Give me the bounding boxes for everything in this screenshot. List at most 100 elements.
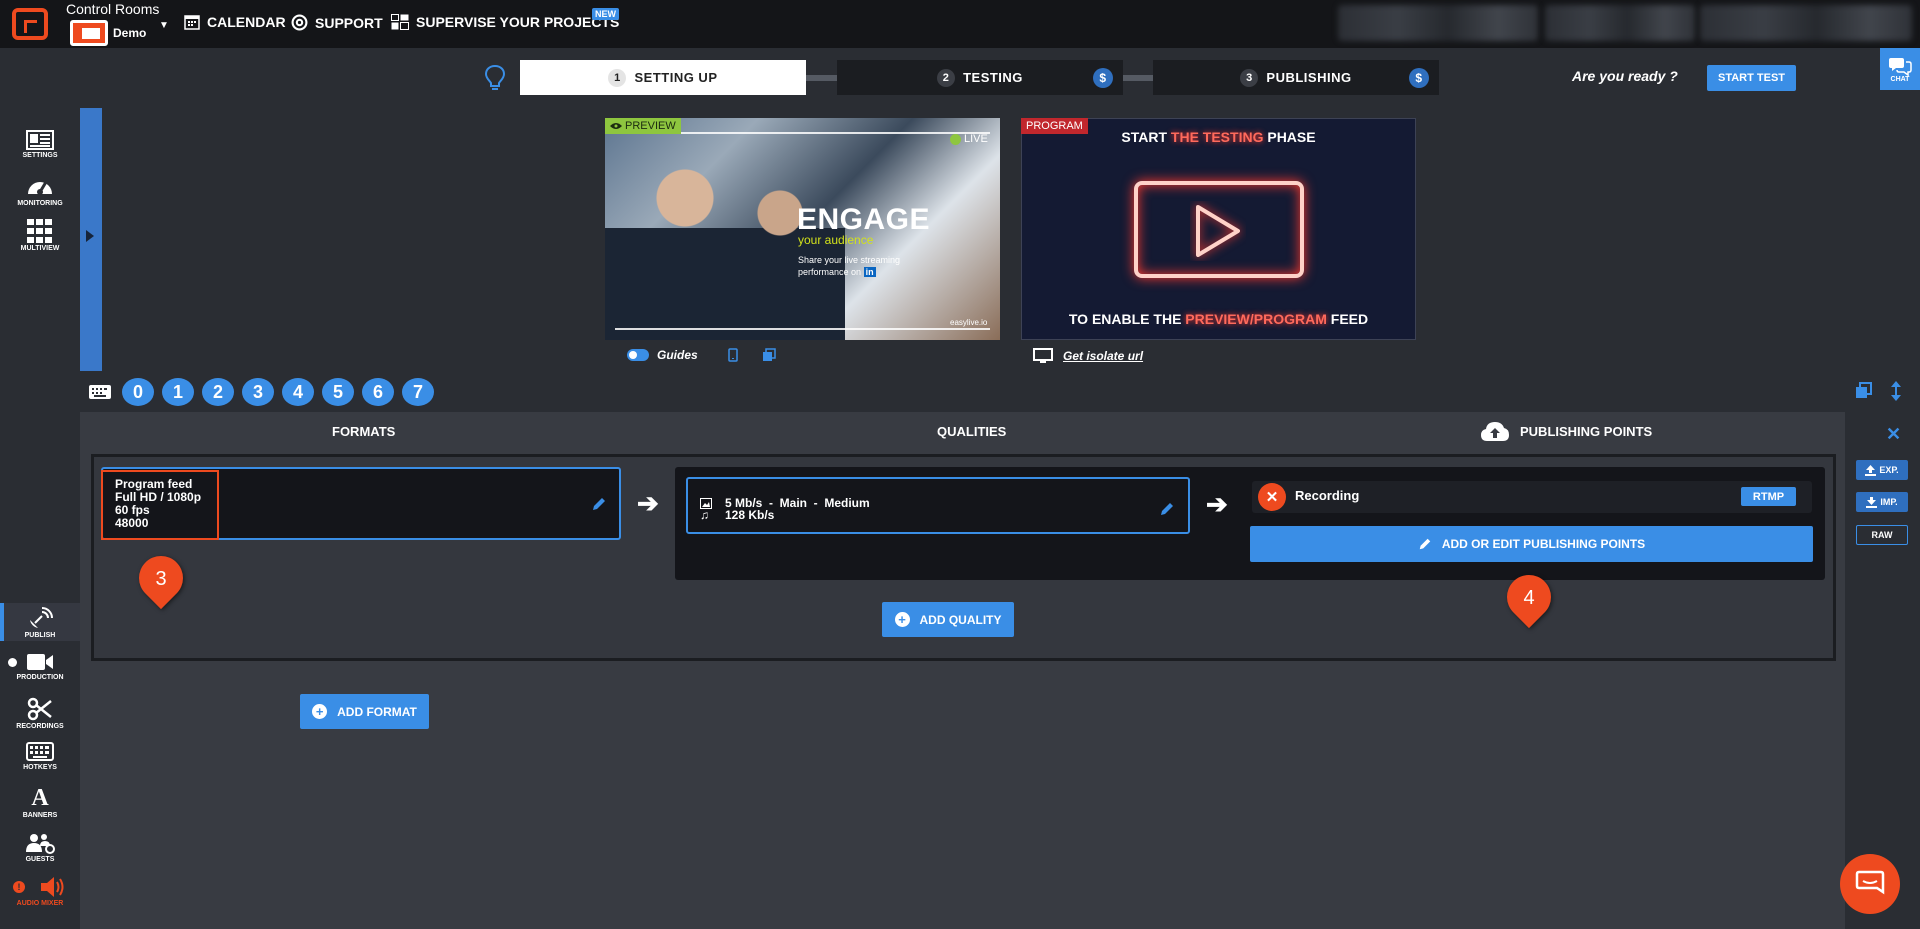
hotkey-button[interactable]: 4: [282, 378, 314, 406]
keyboard-icon[interactable]: [88, 384, 112, 400]
sidebar-label: HOTKEYS: [23, 764, 57, 771]
hotkey-button[interactable]: 0: [122, 378, 154, 406]
sidebar-item-monitoring[interactable]: MONITORING: [0, 174, 80, 207]
support-chat-bubble[interactable]: [1840, 854, 1900, 914]
hotkey-button[interactable]: 2: [202, 378, 234, 406]
guides-label: Guides: [657, 348, 698, 362]
sidebar-item-banners[interactable]: A BANNERS: [0, 786, 80, 819]
isolate-url-link[interactable]: Get isolate url: [1033, 348, 1143, 364]
sidebar-label: PUBLISH: [24, 631, 56, 639]
live-indicator: LIVE: [950, 133, 988, 145]
qualities-heading: QUALITIES: [937, 424, 1007, 439]
sidebar-item-recordings[interactable]: RECORDINGS: [0, 697, 80, 730]
raw-button[interactable]: RAW: [1856, 525, 1908, 545]
add-edit-publishing-points-button[interactable]: ADD OR EDIT PUBLISHING POINTS: [1250, 526, 1813, 562]
download-icon: [1866, 496, 1878, 508]
brand-logo[interactable]: [12, 8, 48, 40]
hotkey-button[interactable]: 3: [242, 378, 274, 406]
sidebar-item-publish[interactable]: PUBLISH: [0, 603, 80, 641]
hotkey-button[interactable]: 6: [362, 378, 394, 406]
guides-controls: Guides: [627, 348, 776, 362]
sidebar-label: BANNERS: [22, 812, 58, 819]
add-quality-button[interactable]: + ADD QUALITY: [882, 602, 1014, 637]
alert-icon: !: [13, 881, 25, 893]
sidebar-item-production[interactable]: PRODUCTION: [0, 652, 80, 681]
calendar-icon: [184, 15, 200, 30]
mobile-icon[interactable]: [727, 348, 738, 362]
project-thumbnail[interactable]: [70, 20, 108, 46]
sidebar-item-guests[interactable]: GUESTS: [0, 832, 80, 863]
step-label: SETTING UP: [634, 70, 718, 85]
sidebar-label: RECORDINGS: [16, 723, 64, 730]
edit-pencil-icon[interactable]: [1159, 501, 1175, 517]
sidebar-active-indicator: [0, 603, 4, 641]
publishing-points-label: PUBLISHING POINTS: [1520, 423, 1653, 439]
vertical-resize-icon[interactable]: [1890, 380, 1902, 402]
preview-headline: ENGAGE: [797, 203, 931, 236]
preview-tag: PREVIEW: [605, 118, 681, 134]
multiview-icon: [27, 219, 52, 243]
step-number: 2: [937, 68, 956, 87]
step-setting-up[interactable]: 1 SETTING UP: [520, 60, 806, 95]
import-label: IMP.: [1880, 497, 1898, 507]
start-test-button[interactable]: START TEST: [1707, 65, 1796, 91]
plus-circle-icon: +: [894, 612, 910, 627]
hotkey-button[interactable]: 5: [322, 378, 354, 406]
preview-subhead: your audience: [798, 233, 874, 247]
step-testing[interactable]: 2 TESTING $: [837, 60, 1123, 95]
chevron-down-icon[interactable]: ▼: [159, 20, 169, 31]
program-caption-part: TO ENABLE THE: [1068, 311, 1186, 327]
step-label: TESTING: [963, 70, 1023, 85]
recording-status-icon: ✕: [1258, 483, 1286, 511]
chat-button[interactable]: CHAT: [1880, 48, 1920, 90]
speaker-icon: [41, 877, 64, 897]
close-icon[interactable]: ✕: [1886, 424, 1901, 445]
blurred-user-info: [1700, 5, 1912, 41]
guides-toggle[interactable]: [627, 349, 649, 361]
sidebar-item-audio-mixer[interactable]: ! AUDIO MIXER: [0, 876, 80, 907]
hotkeys-row: 0 1 2 3 4 5 6 7: [88, 378, 434, 406]
import-button[interactable]: IMP.: [1856, 492, 1908, 512]
arrow-right-icon: ➔: [637, 488, 659, 518]
live-label: LIVE: [964, 133, 988, 145]
preview-brand: easylive.io: [950, 318, 988, 327]
program-caption: TO ENABLE THE PREVIEW/PROGRAM FEED: [1021, 311, 1416, 327]
publishing-point-name: Recording: [1295, 488, 1360, 503]
preview-tag-label: PREVIEW: [625, 120, 676, 132]
nav-supervise-projects[interactable]: SUPERVISE YOUR PROJECTS: [391, 14, 619, 30]
sidebar-item-hotkeys[interactable]: HOTKEYS: [0, 742, 80, 771]
hotkey-button[interactable]: 7: [402, 378, 434, 406]
chat-icon: [1889, 57, 1912, 76]
chat-label: CHAT: [1890, 75, 1910, 83]
edit-pencil-icon: [1419, 538, 1431, 550]
edit-pencil-icon[interactable]: [591, 496, 607, 512]
nav-support[interactable]: SUPPORT: [291, 14, 383, 31]
preview-body: Share your live streaming performance on…: [798, 254, 928, 278]
add-quality-label: ADD QUALITY: [919, 612, 1002, 627]
hotkey-button[interactable]: 1: [162, 378, 194, 406]
program-caption-highlight: PREVIEW/PROGRAM: [1185, 311, 1327, 327]
lifebuoy-icon: [291, 14, 308, 31]
add-format-button[interactable]: + ADD FORMAT: [300, 694, 429, 729]
music-note-icon: ♫: [700, 508, 709, 522]
dollar-icon: $: [1409, 68, 1429, 88]
letter-a-icon: A: [31, 785, 49, 811]
linkedin-icon: in: [863, 267, 876, 277]
step-connector: [806, 75, 837, 81]
monitor-icon: [1033, 348, 1053, 363]
export-button[interactable]: EXP.: [1856, 460, 1908, 480]
step-publishing[interactable]: 3 PUBLISHING $: [1153, 60, 1439, 95]
program-headline-highlight: THE TESTING: [1170, 129, 1264, 145]
app-title: Control Rooms: [66, 1, 160, 17]
sidebar-item-multiview[interactable]: MULTIVIEW: [0, 219, 80, 252]
new-badge: NEW: [592, 8, 619, 20]
clone-icon[interactable]: [762, 348, 776, 362]
clone-icon[interactable]: [1855, 382, 1873, 400]
program-headline-part: START: [1121, 129, 1171, 145]
sidebar-item-settings[interactable]: SETTINGS: [0, 130, 80, 159]
nav-calendar[interactable]: CALENDAR: [184, 14, 286, 30]
program-headline-part: PHASE: [1263, 129, 1316, 145]
project-name[interactable]: Demo: [113, 26, 146, 40]
lightbulb-icon[interactable]: [484, 64, 506, 92]
collapse-panel-toggle[interactable]: [80, 108, 102, 371]
